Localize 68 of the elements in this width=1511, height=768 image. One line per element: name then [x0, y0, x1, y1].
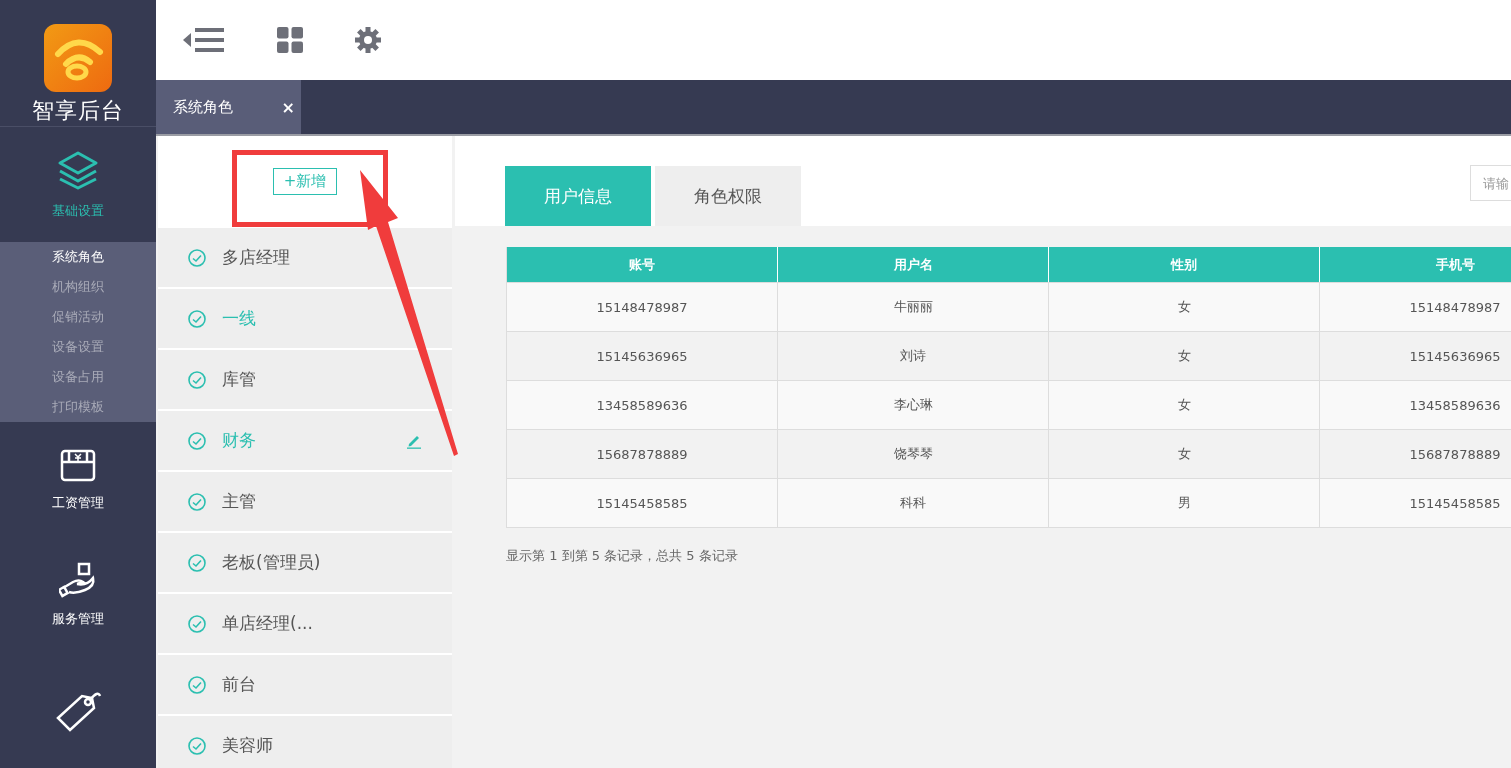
table-cell: 女: [1049, 331, 1320, 380]
check-circle-icon: [188, 553, 206, 572]
table-cell: 李心琳: [778, 380, 1049, 429]
grid-icon[interactable]: [277, 27, 303, 53]
nav-item[interactable]: 服务管理: [0, 537, 156, 653]
table-cell: 刘诗: [778, 331, 1049, 380]
tab[interactable]: 角色权限: [655, 166, 801, 226]
submenu-item[interactable]: 系统角色: [0, 242, 156, 273]
column-header: 账号: [507, 247, 778, 282]
table-cell: 男: [1049, 478, 1320, 527]
column-header: 用户名: [778, 247, 1049, 282]
role-label: 单店经理(...: [222, 612, 314, 635]
app-title: 智享后台: [32, 97, 124, 125]
check-circle-icon: [188, 614, 206, 633]
table-cell: 15687878889: [1320, 429, 1511, 478]
table-cell: 科科: [778, 478, 1049, 527]
table-cell: 15148478987: [507, 282, 778, 331]
table-cell: 13458589636: [507, 380, 778, 429]
table-cell: 15145458585: [1320, 478, 1511, 527]
table-cell: 女: [1049, 380, 1320, 429]
hand-box-icon: [59, 562, 97, 599]
column-header: 手机号: [1320, 247, 1511, 282]
search-field[interactable]: 请输: [1470, 165, 1511, 201]
role-label: 主管: [222, 490, 257, 513]
check-circle-icon: [188, 675, 206, 694]
record-count: 显示第 1 到第 5 条记录，总共 5 条记录: [506, 547, 739, 565]
role-label: 美容师: [222, 734, 274, 757]
role-item[interactable]: 主管: [158, 470, 452, 531]
role-label: 一线: [222, 307, 257, 330]
page-tab[interactable]: 系统角色 ×: [156, 80, 301, 134]
nav-item[interactable]: 工资管理: [0, 422, 156, 538]
role-item[interactable]: 老板(管理员): [158, 531, 452, 592]
nav-label: 基础设置: [52, 201, 104, 220]
table-cell: 15145636965: [1320, 331, 1511, 380]
role-label: 多店经理: [222, 246, 291, 269]
table-cell: 女: [1049, 282, 1320, 331]
table-cell: 牛丽丽: [778, 282, 1049, 331]
table-cell: 饶琴琴: [778, 429, 1049, 478]
table-cell: 15145636965: [507, 331, 778, 380]
page-tab-label: 系统角色: [173, 97, 233, 117]
role-item[interactable]: 美容师: [158, 714, 452, 768]
role-label: 财务: [222, 429, 257, 452]
table-cell: 15145458585: [507, 478, 778, 527]
table-cell: 13458589636: [1320, 380, 1511, 429]
check-circle-icon: [188, 370, 206, 389]
role-item[interactable]: 单店经理(...: [158, 592, 452, 653]
column-header: 性别: [1049, 247, 1320, 282]
table-cell: 女: [1049, 429, 1320, 478]
nav-label: 工资管理: [52, 493, 104, 512]
role-label: 老板(管理员): [222, 551, 322, 574]
check-circle-icon: [188, 309, 206, 328]
wallet-icon: [60, 447, 96, 482]
check-circle-icon: [188, 248, 206, 267]
menu-collapse-icon[interactable]: [183, 27, 225, 53]
check-circle-icon: [188, 492, 206, 511]
close-icon[interactable]: ×: [281, 97, 295, 117]
check-circle-icon: [188, 431, 206, 450]
role-item[interactable]: 前台: [158, 653, 452, 714]
logo-icon: [44, 24, 112, 92]
table-cell: 15148478987: [1320, 282, 1511, 331]
settings-icon[interactable]: [355, 27, 381, 53]
nav-item[interactable]: 基础设置: [0, 127, 156, 243]
check-circle-icon: [188, 736, 206, 755]
role-label: 库管: [222, 368, 257, 391]
layers-icon: [57, 149, 99, 190]
role-label: 前台: [222, 673, 257, 696]
nav-label: 服务管理: [52, 610, 104, 629]
table-cell: 15687878889: [507, 429, 778, 478]
